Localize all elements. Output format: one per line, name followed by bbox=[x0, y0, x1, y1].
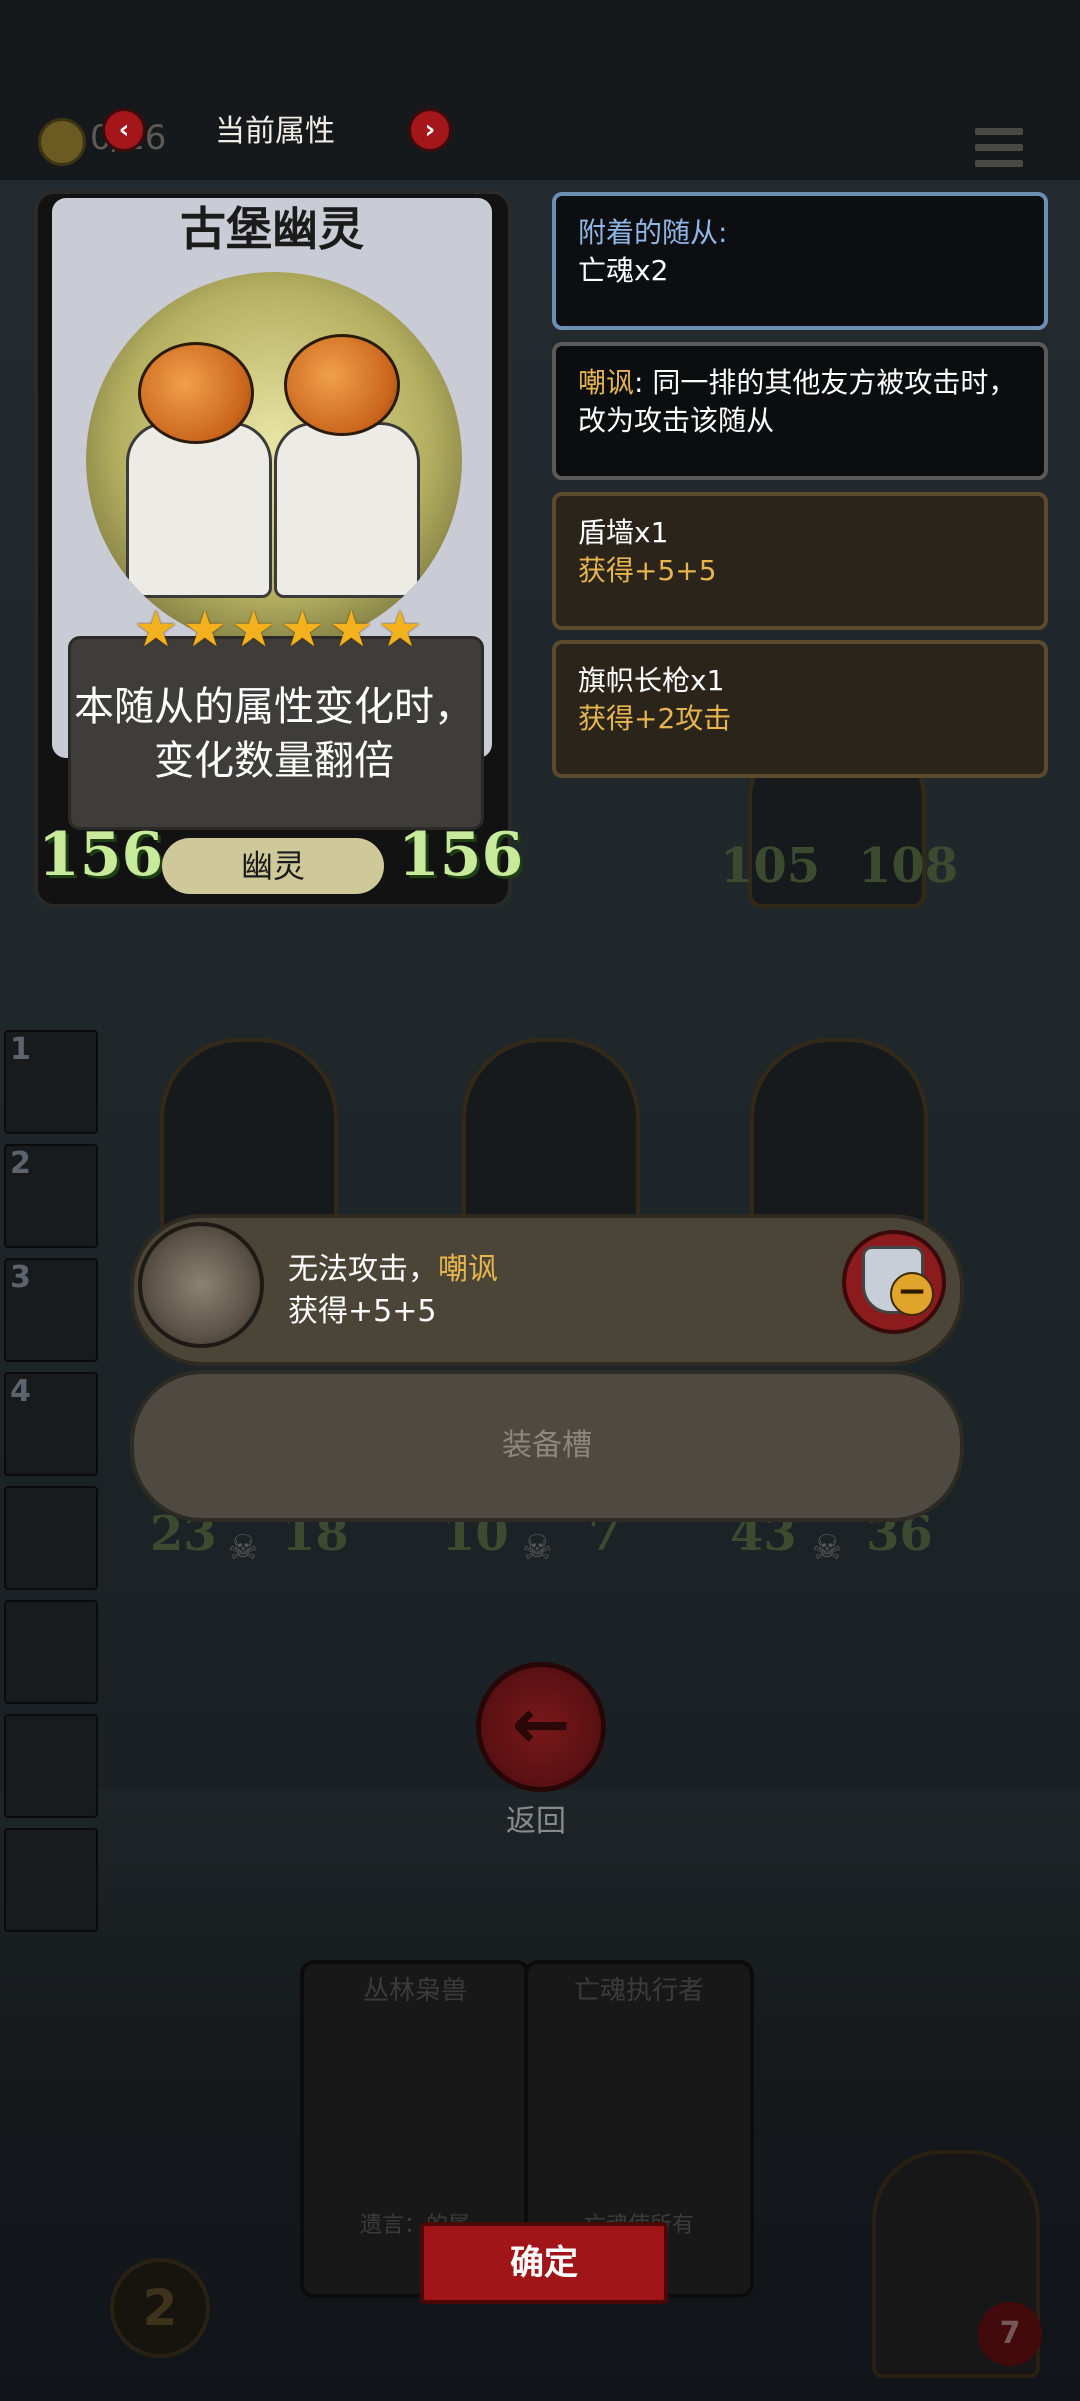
panel-body: 获得+2攻击 bbox=[578, 702, 732, 735]
queue-slot-5[interactable] bbox=[4, 1486, 98, 1590]
card-description: 本随从的属性变化时，变化数量翻倍 bbox=[74, 684, 474, 784]
panel-body: 亡魂x2 bbox=[578, 254, 669, 287]
ghost-body-left bbox=[126, 422, 272, 598]
panel-title: 当前属性 bbox=[215, 114, 335, 149]
banner-lance-panel: 旗帜长枪x1 获得+2攻击 bbox=[552, 640, 1048, 778]
keyword-taunt: 嘲讽 bbox=[578, 366, 635, 399]
skull-icon: ☠ bbox=[812, 1528, 843, 1568]
queue-number: 2 bbox=[10, 1146, 31, 1181]
ability-effect: 无法攻击， bbox=[288, 1252, 438, 1287]
equipment-slot[interactable]: 装备槽 bbox=[130, 1370, 964, 1522]
hero-health: 7 bbox=[978, 2302, 1042, 2366]
shield-wall-panel: 盾墙x1 获得+5+5 bbox=[552, 492, 1048, 630]
queue-slot-3[interactable]: 3 bbox=[4, 1258, 98, 1362]
hand-card-name: 丛林枭兽 bbox=[362, 1976, 467, 2006]
menu-icon[interactable] bbox=[975, 128, 1023, 176]
card-type: 幽灵 bbox=[162, 838, 384, 894]
panel-body: : 同一排的其他友方被攻击时，改为攻击该随从 bbox=[578, 366, 1017, 437]
tavern-level: 2 bbox=[110, 2258, 210, 2358]
pumpkin-head-right bbox=[284, 334, 400, 436]
queue-number: 1 bbox=[10, 1032, 31, 1067]
board-minion-2 bbox=[462, 1038, 640, 1236]
card-name: 古堡幽灵 bbox=[180, 202, 364, 256]
panel-title: 附着的随从: bbox=[578, 216, 728, 249]
queue-number: 4 bbox=[10, 1374, 31, 1409]
return-button[interactable]: ← bbox=[476, 1662, 606, 1792]
minus-icon[interactable]: − bbox=[890, 1272, 934, 1316]
board-minion-3 bbox=[750, 1038, 928, 1236]
card-portrait bbox=[86, 272, 462, 648]
queue-slot-7[interactable] bbox=[4, 1714, 98, 1818]
prev-page-button[interactable]: ‹ bbox=[102, 108, 146, 152]
top-minion-health: 108 bbox=[858, 838, 959, 894]
queue-slot-2[interactable]: 2 bbox=[4, 1144, 98, 1248]
skull-icon: ☠ bbox=[522, 1528, 553, 1568]
skull-icon: ☠ bbox=[228, 1528, 259, 1568]
attached-minions-panel: 附着的随从: 亡魂x2 bbox=[552, 192, 1048, 330]
panel-title: 旗帜长枪x1 bbox=[578, 664, 725, 697]
ghost-body-right bbox=[274, 422, 420, 598]
pumpkin-head-left bbox=[138, 342, 254, 444]
queue-slot-8[interactable] bbox=[4, 1828, 98, 1932]
return-label: 返回 bbox=[506, 1804, 566, 1839]
panel-body: 获得+5+5 bbox=[578, 554, 717, 587]
next-page-button[interactable]: › bbox=[408, 108, 452, 152]
confirm-button[interactable]: 确定 bbox=[420, 2222, 668, 2304]
panel-title: 盾墙x1 bbox=[578, 516, 669, 549]
ability-line-2: 获得+5+5 bbox=[288, 1294, 437, 1329]
star-rating: ★★★★★★ bbox=[133, 600, 427, 658]
shield-wall-icon bbox=[138, 1222, 264, 1348]
ability-line-1: 无法攻击，嘲讽 bbox=[288, 1244, 498, 1288]
card-health: 156 bbox=[398, 820, 524, 890]
top-minion-attack: 105 bbox=[720, 838, 821, 894]
queue-number: 3 bbox=[10, 1260, 31, 1295]
coin-icon bbox=[38, 118, 86, 166]
queue-slot-4[interactable]: 4 bbox=[4, 1372, 98, 1476]
taunt-panel: 嘲讽: 同一排的其他友方被攻击时，改为攻击该随从 bbox=[552, 342, 1048, 480]
queue-slot-6[interactable] bbox=[4, 1600, 98, 1704]
queue-slot-1[interactable]: 1 bbox=[4, 1030, 98, 1134]
board-minion-1 bbox=[160, 1038, 338, 1236]
card-attack: 156 bbox=[38, 820, 164, 890]
ability-keyword: 嘲讽 bbox=[438, 1252, 498, 1287]
hand-card-name: 亡魂执行者 bbox=[573, 1976, 704, 2006]
